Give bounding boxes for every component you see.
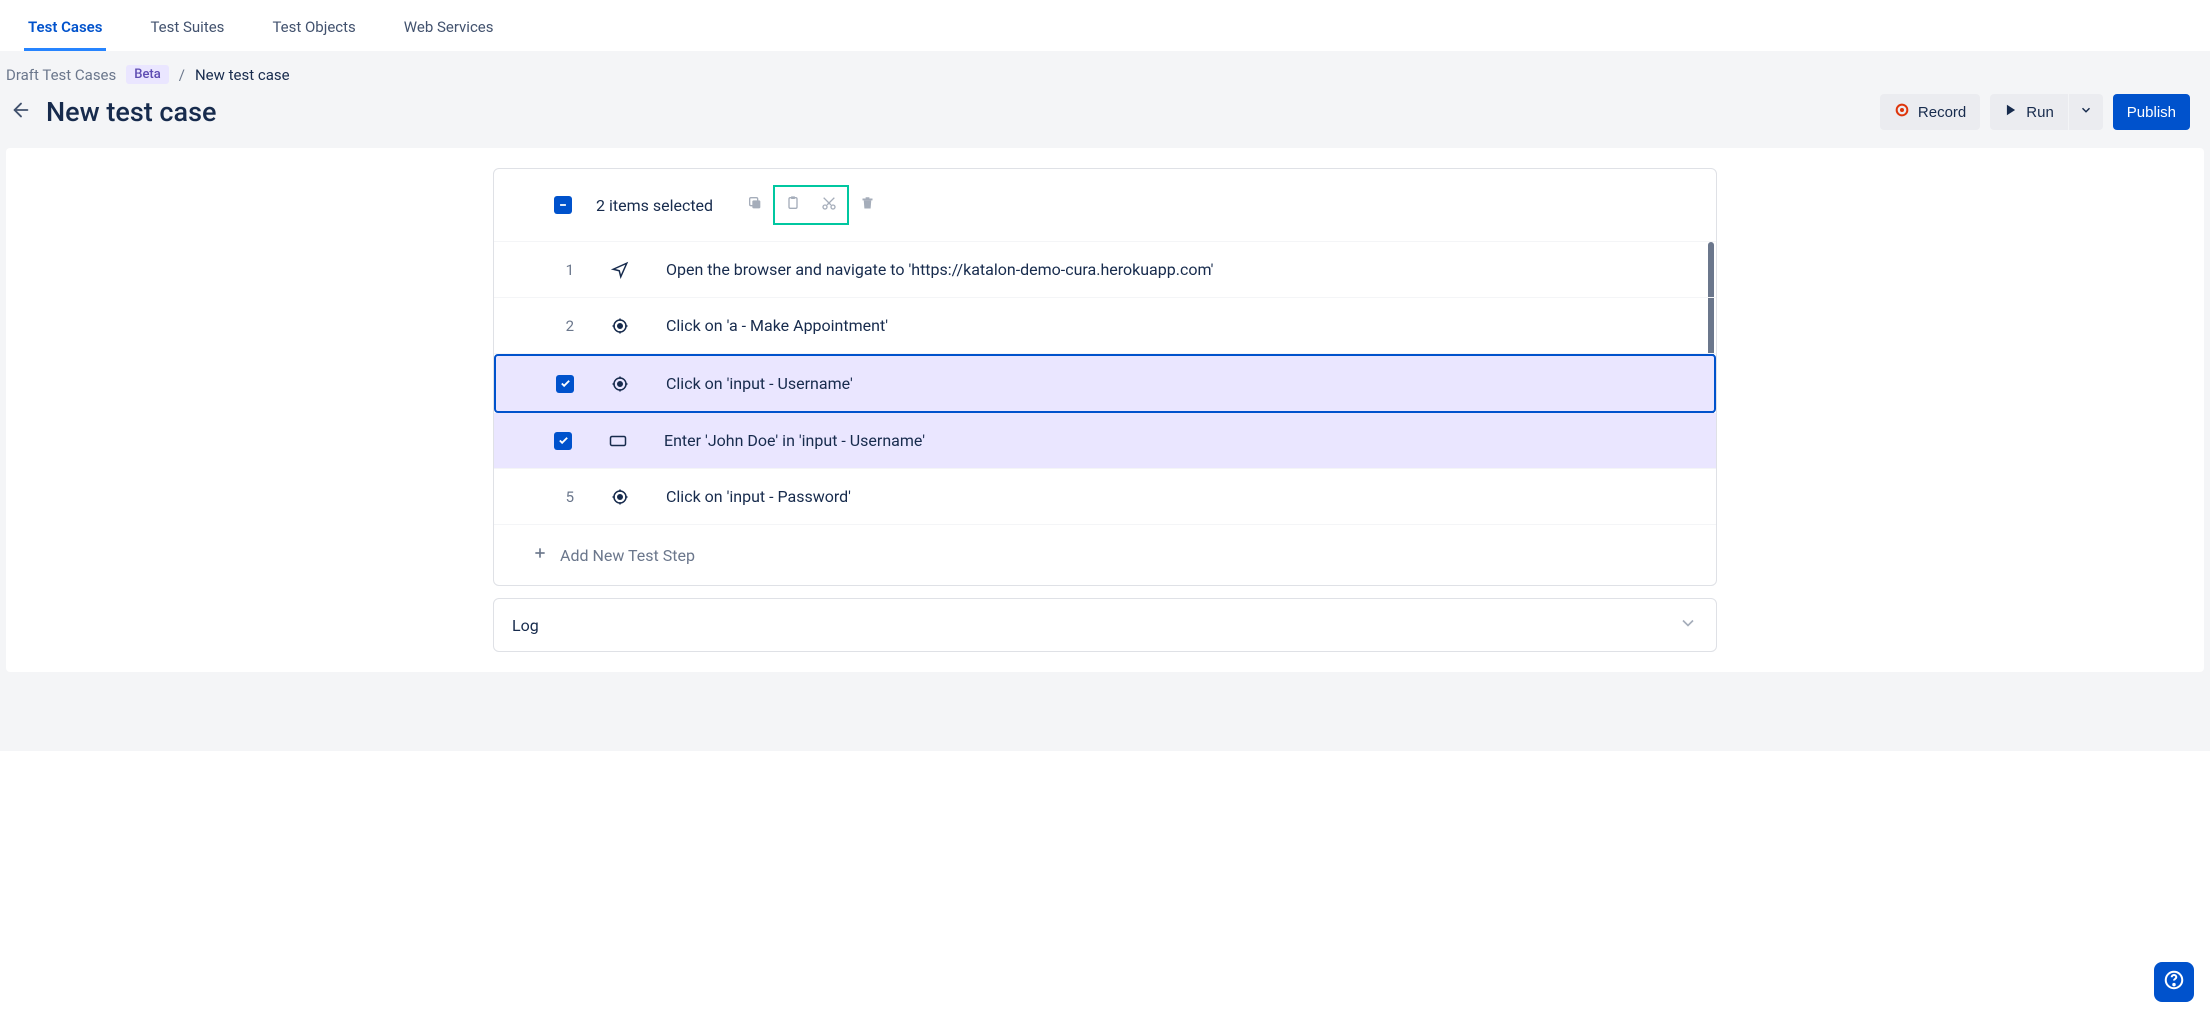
- record-icon: [1894, 102, 1910, 122]
- breadcrumb-sep: /: [179, 66, 185, 84]
- click-icon: [610, 375, 630, 393]
- input-icon: [608, 434, 628, 448]
- play-icon: [2004, 103, 2018, 121]
- step-row[interactable]: 1 Open the browser and navigate to 'http…: [494, 242, 1716, 298]
- step-checkbox[interactable]: [554, 432, 572, 450]
- page-title: New test case: [46, 96, 216, 128]
- help-icon: [2163, 969, 2185, 995]
- log-panel[interactable]: Log: [493, 598, 1717, 652]
- highlight-annotation: [773, 185, 849, 225]
- click-icon: [610, 317, 630, 335]
- step-row[interactable]: Enter 'John Doe' in 'input - Username': [494, 413, 1716, 469]
- run-button-group: Run: [1990, 94, 2103, 130]
- tab-test-cases[interactable]: Test Cases: [24, 12, 106, 51]
- tabs-nav: Test Cases Test Suites Test Objects Web …: [0, 0, 2210, 51]
- step-text: Enter 'John Doe' in 'input - Username': [664, 431, 925, 450]
- breadcrumb-current: New test case: [195, 66, 290, 84]
- click-icon: [610, 488, 630, 506]
- steps-list: 1 Open the browser and navigate to 'http…: [494, 241, 1716, 525]
- selection-count-text: 2 items selected: [596, 196, 713, 215]
- record-button[interactable]: Record: [1880, 94, 1980, 130]
- step-text: Click on 'a - Make Appointment': [666, 316, 888, 335]
- main-panel: 2 items selected: [6, 148, 2204, 672]
- run-dropdown-button[interactable]: [2069, 94, 2103, 130]
- publish-button[interactable]: Publish: [2113, 94, 2190, 130]
- paste-icon: [785, 195, 801, 215]
- chevron-down-icon: [2079, 103, 2093, 121]
- step-checkbox[interactable]: [556, 375, 574, 393]
- trash-icon: [860, 196, 875, 215]
- step-row[interactable]: Click on 'input - Username': [494, 354, 1716, 413]
- help-button[interactable]: [2154, 962, 2194, 1002]
- step-index: 1: [554, 261, 574, 279]
- chevron-down-icon: [1678, 613, 1698, 637]
- paste-button[interactable]: [775, 187, 811, 223]
- test-steps-card: 2 items selected: [493, 168, 1717, 586]
- plus-icon: [532, 545, 548, 565]
- step-text: Click on 'input - Password': [666, 487, 851, 506]
- page-header: New test case Record Run: [0, 84, 2210, 148]
- step-row[interactable]: 5 Click on 'input - Password': [494, 469, 1716, 525]
- breadcrumb-root[interactable]: Draft Test Cases: [6, 66, 116, 84]
- select-all-checkbox[interactable]: [554, 196, 572, 214]
- step-index: 2: [554, 317, 574, 335]
- navigate-icon: [610, 261, 630, 279]
- run-button[interactable]: Run: [1990, 94, 2068, 130]
- beta-badge: Beta: [126, 65, 169, 84]
- add-step-button[interactable]: Add New Test Step: [494, 525, 1716, 585]
- step-index: 5: [554, 488, 574, 506]
- log-label: Log: [512, 616, 539, 635]
- breadcrumb: Draft Test Cases Beta / New test case: [0, 51, 2210, 84]
- copy-icon: [747, 195, 763, 215]
- cut-icon: [821, 195, 837, 215]
- selection-toolbar: 2 items selected: [494, 169, 1716, 241]
- copy-button[interactable]: [737, 187, 773, 223]
- add-step-label: Add New Test Step: [560, 546, 695, 565]
- cut-button[interactable]: [811, 187, 847, 223]
- step-row[interactable]: 2 Click on 'a - Make Appointment': [494, 298, 1716, 354]
- step-text: Click on 'input - Username': [666, 374, 853, 393]
- back-arrow-icon[interactable]: [10, 99, 32, 125]
- step-text: Open the browser and navigate to 'https:…: [666, 260, 1213, 279]
- tab-web-services[interactable]: Web Services: [400, 12, 498, 51]
- delete-button[interactable]: [849, 187, 885, 223]
- tab-test-objects[interactable]: Test Objects: [268, 12, 359, 51]
- tab-test-suites[interactable]: Test Suites: [146, 12, 228, 51]
